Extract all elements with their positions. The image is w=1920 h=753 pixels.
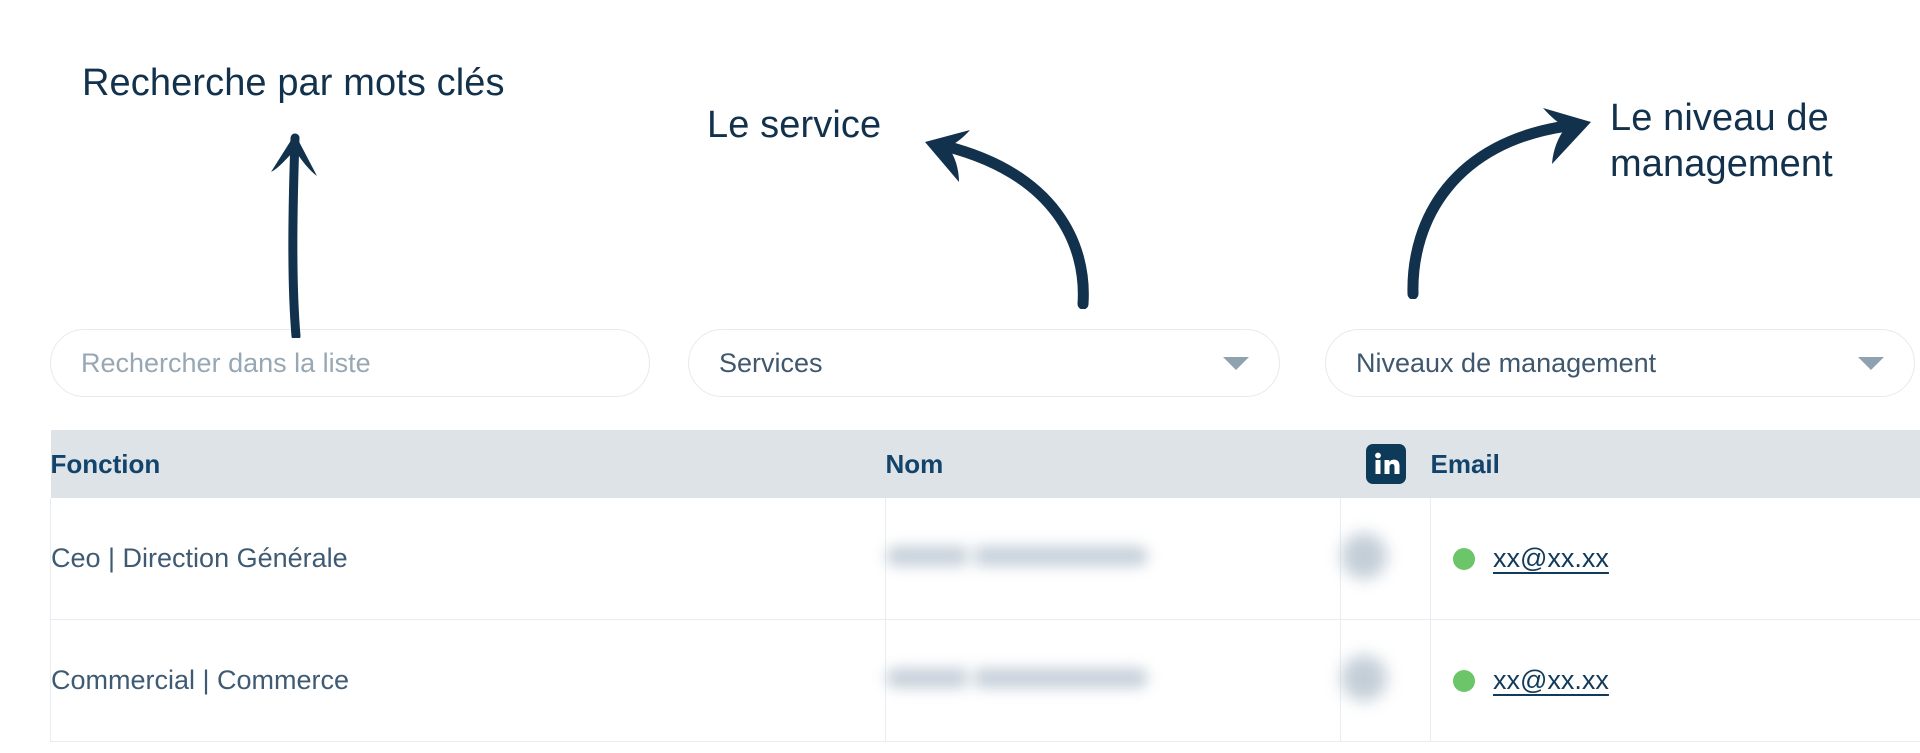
table-header-row: Fonction Nom Email: [50, 430, 1920, 498]
table-row[interactable]: Commercial | Commerce xx@xx.xx Voir: [50, 619, 1920, 742]
linkedin-icon: [1365, 444, 1406, 484]
management-levels-dropdown-value: Niveaux de management: [1356, 347, 1657, 378]
status-badge: [1453, 669, 1475, 692]
avatar: [1341, 533, 1387, 579]
cell-fonction: Commercial | Commerce: [50, 619, 886, 742]
services-dropdown-value: Services: [719, 347, 823, 378]
contacts-table: Fonction Nom Email Ceo | Direction Génér…: [50, 430, 1920, 742]
annotation-level-label: Le niveau de management: [1610, 97, 1833, 186]
search-field[interactable]: [50, 329, 650, 397]
arrow-up-icon: [271, 133, 317, 338]
cell-linkedin[interactable]: [1340, 498, 1431, 620]
services-dropdown[interactable]: Services: [688, 329, 1280, 397]
cell-fonction: Ceo | Direction Générale: [50, 498, 886, 620]
status-badge: [1453, 547, 1475, 570]
annotation-service-label: Le service: [707, 104, 882, 146]
chevron-down-icon[interactable]: [1223, 356, 1249, 370]
redacted-name: [886, 668, 1148, 688]
redacted-name: [886, 546, 1148, 566]
cell-nom: [885, 619, 1341, 742]
filter-bar: Services Niveaux de management: [0, 329, 1920, 403]
cell-email: xx@xx.xx: [1430, 498, 1920, 620]
avatar: [1341, 655, 1387, 701]
chevron-down-icon[interactable]: [1858, 356, 1884, 370]
cell-nom: [885, 498, 1341, 620]
cell-linkedin[interactable]: [1340, 619, 1431, 742]
arrow-curved-up-right-icon: [1407, 108, 1591, 299]
column-header-fonction[interactable]: Fonction: [51, 430, 886, 498]
table-header: Fonction Nom Email: [50, 430, 1920, 498]
table-row[interactable]: Ceo | Direction Générale xx@xx.xx Voir: [50, 498, 1920, 620]
management-levels-dropdown[interactable]: Niveaux de management: [1325, 329, 1915, 397]
email-link[interactable]: xx@xx.xx: [1493, 543, 1609, 574]
column-header-nom[interactable]: Nom: [886, 430, 1341, 498]
column-header-email[interactable]: Email: [1431, 430, 1920, 498]
column-header-linkedin: [1341, 430, 1431, 498]
table-body: Ceo | Direction Générale xx@xx.xx Voir C…: [50, 498, 1920, 742]
search-input[interactable]: [81, 347, 619, 379]
arrow-curved-up-left-icon: [925, 130, 1089, 309]
annotation-search-label: Recherche par mots clés: [82, 62, 505, 104]
cell-email: xx@xx.xx: [1430, 619, 1920, 742]
email-link[interactable]: xx@xx.xx: [1493, 665, 1609, 696]
